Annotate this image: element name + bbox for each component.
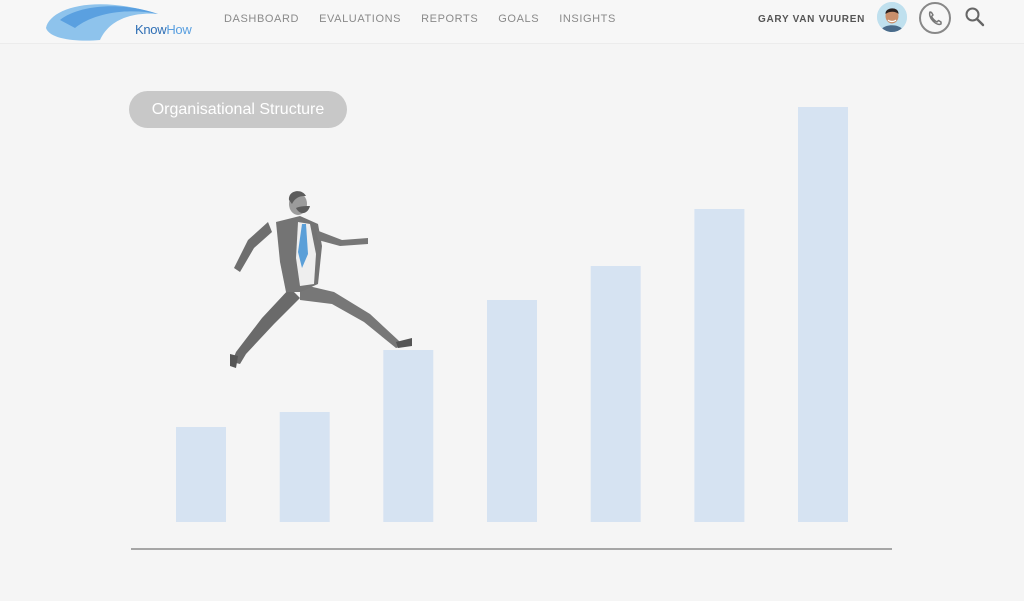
- chart-bar-1: [176, 427, 226, 522]
- chart-bar-5: [590, 266, 641, 522]
- chart-bar-7: [798, 107, 848, 522]
- chart-bar-6: [694, 209, 745, 522]
- chart-bar-2: [279, 412, 330, 522]
- growth-bar-chart: [131, 107, 892, 550]
- chart-bar-3: [383, 350, 434, 522]
- chart-bar-4: [487, 300, 537, 522]
- businessman-running-icon: [230, 191, 412, 368]
